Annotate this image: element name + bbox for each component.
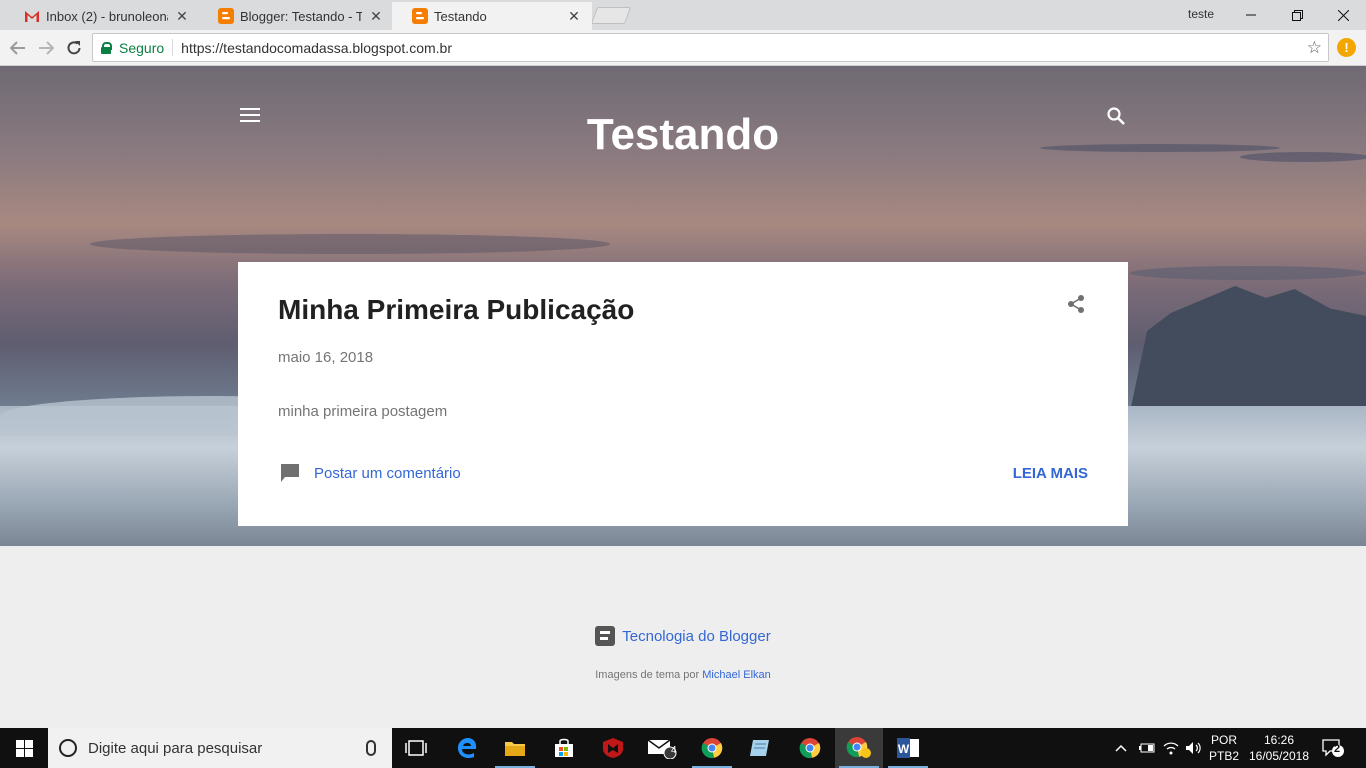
close-icon[interactable]: ✕ bbox=[566, 8, 582, 24]
post-snippet: minha primeira postagem bbox=[278, 403, 448, 420]
new-tab-button[interactable] bbox=[590, 7, 632, 24]
powered-by-blogger: Tecnologia do Blogger bbox=[0, 626, 1366, 646]
read-more-link[interactable]: LEIA MAIS bbox=[1013, 465, 1088, 482]
theme-credit: Imagens de tema por Michael Elkan bbox=[0, 669, 1366, 681]
clock-time: 16:26 bbox=[1263, 733, 1295, 747]
blogger-icon[interactable] bbox=[595, 626, 616, 646]
action-center-icon[interactable]: 2 bbox=[1322, 738, 1344, 758]
tab-testando[interactable]: Testando ✕ bbox=[392, 2, 592, 30]
post-title[interactable]: Minha Primeira Publicação bbox=[278, 294, 634, 326]
taskbar-clock[interactable]: 16:26 16/05/2018 bbox=[1242, 732, 1316, 764]
powered-by-link[interactable]: Tecnologia do Blogger bbox=[622, 628, 770, 645]
battery-icon[interactable] bbox=[1138, 728, 1156, 768]
close-window-button[interactable] bbox=[1320, 0, 1366, 30]
edge-browser-icon[interactable] bbox=[443, 728, 491, 768]
svg-text:W: W bbox=[898, 742, 910, 756]
show-hidden-icons[interactable] bbox=[1114, 728, 1128, 768]
profile-name[interactable]: teste bbox=[1188, 7, 1214, 21]
secure-label: Seguro bbox=[119, 39, 165, 56]
mail-icon[interactable]: 4 bbox=[638, 728, 686, 768]
tab-title: Inbox (2) - brunoleonardo bbox=[46, 8, 168, 24]
volume-icon[interactable] bbox=[1185, 728, 1203, 768]
lock-icon bbox=[101, 41, 112, 54]
restore-button[interactable] bbox=[1274, 0, 1320, 30]
close-icon[interactable]: ✕ bbox=[368, 8, 384, 24]
bookmark-star-icon[interactable]: ☆ bbox=[1307, 38, 1322, 58]
input-language-indicator[interactable]: POR PTB2 bbox=[1206, 732, 1242, 764]
chrome-profile-icon[interactable] bbox=[835, 728, 883, 768]
minimize-button[interactable] bbox=[1228, 0, 1274, 30]
chrome-icon[interactable] bbox=[786, 728, 834, 768]
post-date[interactable]: maio 16, 2018 bbox=[278, 349, 373, 366]
chrome-app-icon[interactable] bbox=[688, 728, 736, 768]
mcafee-icon[interactable] bbox=[589, 728, 637, 768]
taskbar-search-placeholder: Digite aqui para pesquisar bbox=[88, 739, 263, 757]
decor-cloud bbox=[90, 234, 610, 254]
wifi-icon[interactable] bbox=[1163, 728, 1179, 768]
gmail-icon bbox=[24, 8, 40, 24]
notification-count: 2 bbox=[1334, 743, 1341, 755]
secure-indicator[interactable]: Seguro bbox=[93, 39, 174, 56]
forward-arrow-icon[interactable] bbox=[34, 36, 58, 60]
close-icon[interactable]: ✕ bbox=[174, 8, 190, 24]
url-text[interactable]: https://testandocomadassa.blogspot.com.b… bbox=[173, 40, 452, 56]
blogger-icon bbox=[218, 8, 234, 24]
language-code: POR bbox=[1210, 733, 1237, 747]
windows-taskbar: Digite aqui para pesquisar 4 W POR PTB2 … bbox=[0, 728, 1366, 768]
file-explorer-icon[interactable] bbox=[491, 728, 539, 768]
browser-toolbar: Seguro https://testandocomadassa.blogspo… bbox=[0, 30, 1366, 66]
tab-title: Testando bbox=[434, 8, 487, 24]
decor-cloud bbox=[1130, 266, 1366, 280]
windows-start-icon[interactable] bbox=[0, 728, 48, 768]
blogger-icon bbox=[412, 8, 428, 24]
cortana-icon bbox=[59, 739, 77, 757]
notepad-icon[interactable] bbox=[736, 728, 784, 768]
comment-icon[interactable] bbox=[280, 463, 300, 483]
decor-mountain bbox=[1128, 286, 1366, 421]
blog-title[interactable]: Testando bbox=[0, 110, 1366, 160]
reload-icon[interactable] bbox=[62, 36, 86, 60]
tab-title: Blogger: Testando - Toda bbox=[240, 8, 362, 24]
tab-blogger-dashboard[interactable]: Blogger: Testando - Toda ✕ bbox=[198, 2, 394, 30]
share-icon[interactable] bbox=[1066, 294, 1086, 314]
post-card: Minha Primeira Publicação maio 16, 2018 … bbox=[238, 262, 1128, 526]
microphone-icon[interactable] bbox=[366, 740, 376, 756]
task-view-icon[interactable] bbox=[392, 728, 440, 768]
theme-credit-prefix: Imagens de tema por bbox=[595, 669, 703, 681]
back-arrow-icon[interactable] bbox=[6, 36, 30, 60]
address-bar[interactable]: Seguro https://testandocomadassa.blogspo… bbox=[92, 33, 1329, 62]
post-comment-link[interactable]: Postar um comentário bbox=[314, 465, 461, 482]
mail-badge-count: 4 bbox=[671, 745, 677, 756]
taskbar-search-box[interactable]: Digite aqui para pesquisar bbox=[48, 728, 392, 768]
browser-tabstrip: Inbox (2) - brunoleonardo ✕ Blogger: Tes… bbox=[0, 0, 1366, 30]
clock-date: 16/05/2018 bbox=[1248, 749, 1310, 763]
store-icon[interactable] bbox=[540, 728, 588, 768]
theme-credit-author-link[interactable]: Michael Elkan bbox=[702, 669, 770, 681]
word-icon[interactable]: W bbox=[884, 728, 932, 768]
tab-gmail[interactable]: Inbox (2) - brunoleonardo ✕ bbox=[4, 2, 200, 30]
extension-alert-icon[interactable]: ! bbox=[1337, 38, 1356, 57]
keyboard-layout: PTB2 bbox=[1208, 749, 1239, 763]
